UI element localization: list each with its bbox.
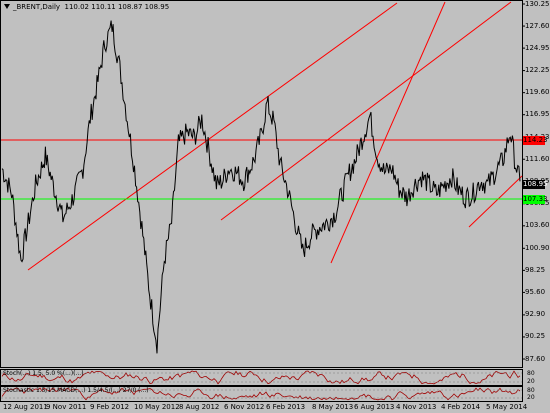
y-axis-tick-label: 87.60 xyxy=(525,354,546,363)
y-axis-tick-label: 124.95 xyxy=(525,43,550,52)
x-axis-tick-label: 9 Nov 2011 xyxy=(46,403,87,411)
indicator-1-scale-bottom: 20 xyxy=(527,378,535,385)
x-axis-tick-label: 10 May 2012 xyxy=(134,403,180,411)
red-line-price-tag: 114.23 xyxy=(523,136,548,145)
indicator-2-scale-top: 80 xyxy=(527,387,535,394)
chart-window: _BRENT,Daily 110.02 110.11 108.87 108.95… xyxy=(0,0,550,413)
indicator-1-scale-top: 80 xyxy=(527,370,535,377)
x-axis-tick-label: 12 Aug 2011 xyxy=(3,403,48,411)
x-axis-tick-label: 8 May 2013 xyxy=(312,403,354,411)
y-axis-tick-label: 122.25 xyxy=(525,66,550,75)
x-axis-tick-label: 6 Feb 2013 xyxy=(266,403,306,411)
current-price-tag: 108.95 xyxy=(523,180,548,189)
x-axis-tick-label: 6 Aug 2013 xyxy=(354,403,395,411)
x-axis-tick-label: 4 Nov 2013 xyxy=(396,403,437,411)
indicator-2-scale-bottom: 20 xyxy=(527,394,535,401)
x-axis-tick-label: 4 Feb 2014 xyxy=(441,403,481,411)
y-axis-tick-label: 103.60 xyxy=(525,221,550,230)
indicator-2-label: Stochastic 1.5/15 MACD(...) 1.5/4.5/(...… xyxy=(3,387,149,394)
y-axis-tick-label: 119.60 xyxy=(525,88,550,97)
red-trendlines[interactable] xyxy=(27,1,523,271)
x-axis-tick-label: 5 May 2014 xyxy=(486,403,528,411)
y-axis-tick-label: 111.60 xyxy=(525,154,550,163)
chart-title: _BRENT,Daily 110.02 110.11 108.87 108.95 xyxy=(13,3,170,11)
x-axis-tick-label: 8 Aug 2012 xyxy=(179,403,220,411)
trendline-steep-rise[interactable] xyxy=(330,1,446,264)
green-line-price-tag: 107.33 xyxy=(523,195,548,204)
chart-timeframe: Daily xyxy=(42,3,61,11)
price-line-series xyxy=(1,20,521,354)
y-axis-tick-label: 130.25 xyxy=(525,0,550,8)
y-axis-tick-label: 90.25 xyxy=(525,332,546,341)
indicator-1-label: Stoch(...) 1.5, 5.0 %(...)(...) xyxy=(3,370,84,377)
y-axis-tick-label: 100.90 xyxy=(525,243,550,252)
y-axis-tick-label: 95.60 xyxy=(525,287,546,296)
x-axis-tick-label: 9 Feb 2012 xyxy=(90,403,130,411)
chart-symbol: _BRENT xyxy=(13,3,41,11)
chart-ohlc: 110.02 110.11 108.87 108.95 xyxy=(64,3,170,11)
y-axis-tick-label: 92.90 xyxy=(525,310,546,319)
y-axis-tick-label: 116.95 xyxy=(525,110,550,119)
chart-menu-triangle-icon[interactable] xyxy=(4,4,10,9)
y-axis-tick-label: 127.60 xyxy=(525,21,550,30)
x-axis-tick-label: 6 Nov 2012 xyxy=(224,403,265,411)
trendline-support-2014[interactable] xyxy=(468,175,523,228)
trendline-channel-upper[interactable] xyxy=(27,2,398,271)
y-axis-tick-label: 98.25 xyxy=(525,265,546,274)
chart-canvas[interactable] xyxy=(0,0,550,413)
